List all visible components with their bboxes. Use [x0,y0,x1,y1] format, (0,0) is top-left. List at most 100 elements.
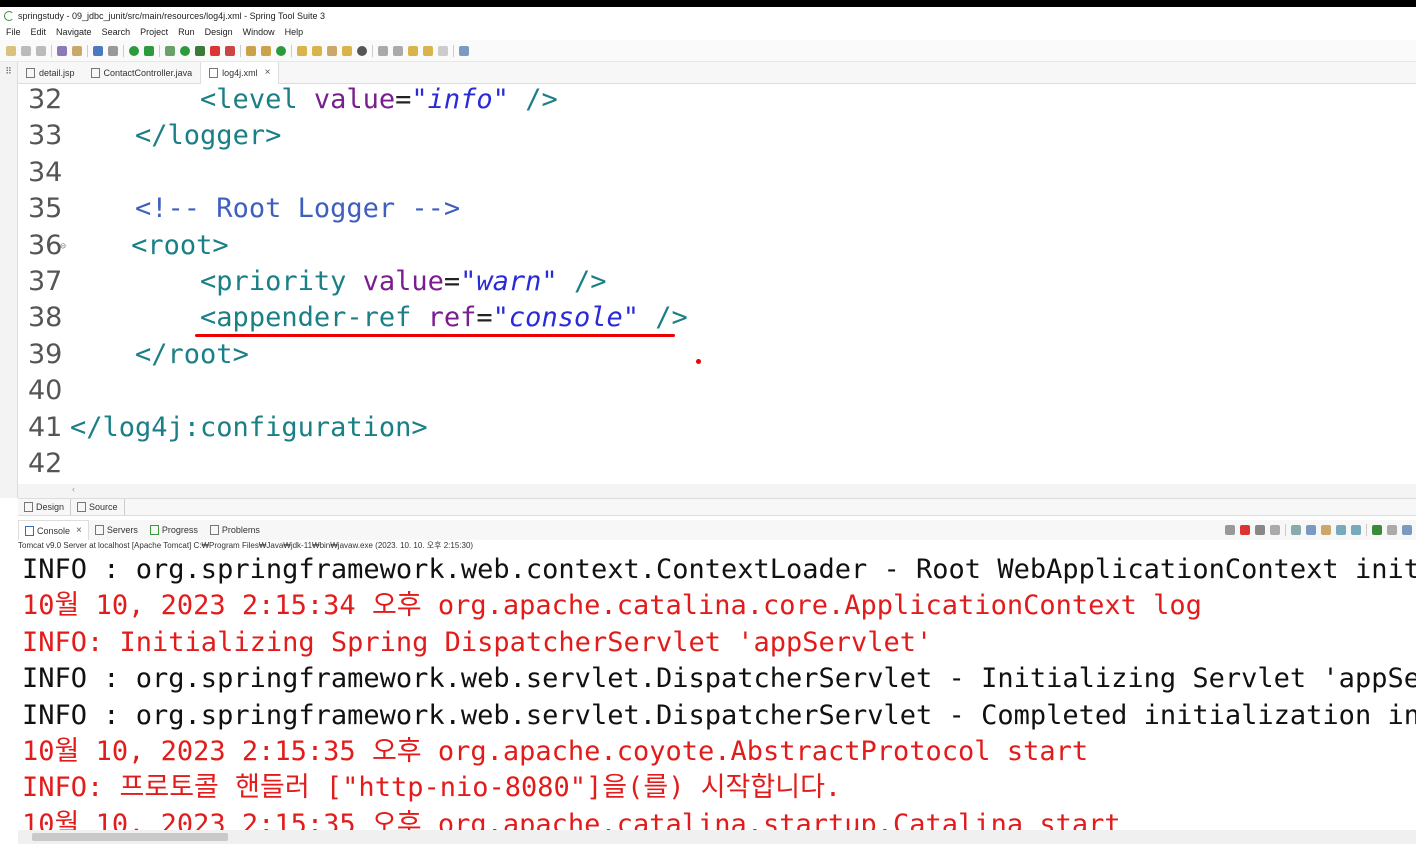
refresh-icon[interactable] [144,45,154,56]
pin-icon[interactable] [1372,525,1382,535]
new-class-icon[interactable] [276,45,286,56]
new-package-icon[interactable] [261,45,271,56]
save-all-icon[interactable] [36,45,46,56]
problems-icon [209,525,219,535]
line-number: 39 [28,338,63,370]
forward-icon[interactable] [438,45,448,56]
menu-edit[interactable]: Edit [31,27,47,37]
next-annotation-icon[interactable] [378,45,388,56]
console-horizontal-scrollbar[interactable] [18,830,1416,844]
debug-icon[interactable] [165,45,175,56]
code-line[interactable]: 41 </log4j:configuration> [18,412,428,448]
tab-design-label: Design [36,502,65,512]
new-java-project-icon[interactable] [246,45,256,56]
code-token: "info" [411,84,509,115]
word-wrap-icon[interactable] [1321,525,1331,535]
menu-project[interactable]: Project [140,27,168,37]
toolbar-separator [1366,524,1367,536]
open-resource-icon[interactable] [72,45,82,56]
stop-icon[interactable] [210,45,220,56]
menu-file[interactable]: File [6,27,21,37]
terminal-icon[interactable] [93,45,103,56]
show-on-stdout-icon[interactable] [1336,525,1346,535]
code-line[interactable]: 32 <level value="info" /> [18,84,558,120]
code-line[interactable]: 38 <appender-ref ref="console" /> [18,302,688,338]
code-line[interactable]: 37 <priority value="warn" /> [18,266,606,302]
globe-icon[interactable] [357,45,367,56]
code-line[interactable]: 35 <!-- Root Logger --> [18,193,460,229]
screen-top-edge [0,0,1416,7]
tab-servers[interactable]: Servers [89,520,144,540]
code-line[interactable]: 40 [18,375,70,411]
last-edit-icon[interactable] [408,45,418,56]
pin-console-icon[interactable] [1225,525,1235,535]
console-toolbar [1225,520,1416,540]
code-token: = [476,302,493,334]
tab-source[interactable]: Source [71,499,125,515]
xml-file-icon [209,67,219,78]
code-line[interactable]: 42 [18,448,70,484]
run-icon[interactable] [180,45,190,56]
terminate-icon[interactable] [1240,525,1250,535]
code-token: /> [557,266,607,297]
tab-console[interactable]: Console × [18,520,89,540]
tab-design[interactable]: Design [18,499,72,515]
menu-design[interactable]: Design [205,27,233,37]
toolbar-separator [372,44,373,57]
server-start-icon[interactable] [129,45,139,56]
servers-icon [94,525,104,535]
code-line[interactable]: 39 </root> [18,339,249,375]
remove-all-icon[interactable] [1270,525,1280,535]
new-icon[interactable] [6,45,16,56]
remove-launch-icon[interactable] [1255,525,1265,535]
code-line[interactable]: 36⊖ <root> [18,230,229,266]
show-on-stderr-icon[interactable] [1351,525,1361,535]
toggle-mark-icon[interactable] [108,45,118,56]
tab-contact-controller[interactable]: ContactController.java [83,62,201,84]
scrollbar-thumb[interactable] [32,833,228,841]
open-file-icon[interactable] [312,45,322,56]
tab-log4j-xml[interactable]: log4j.xml × [200,61,280,84]
save-icon[interactable] [21,45,31,56]
tab-label: log4j.xml [222,67,258,78]
toolbar-separator [453,44,454,57]
open-folder-icon[interactable] [297,45,307,56]
annotation-icon[interactable] [327,45,337,56]
scroll-lock-icon[interactable] [1306,525,1316,535]
open-console-icon[interactable] [1402,525,1412,535]
tab-progress[interactable]: Progress [144,520,204,540]
console-line: INFO : org.springframework.web.servlet.D… [22,663,1416,695]
editor-horizontal-scrollbar[interactable]: ‹ [18,484,1416,498]
console-line: INFO : org.springframework.web.context.C… [22,554,1416,585]
console-line: 10월 10, 2023 2:15:34 오후 org.apache.catal… [22,590,1202,622]
code-token: /> [508,84,558,115]
close-icon[interactable]: × [265,67,271,78]
code-line[interactable]: 33 </logger> [18,120,281,156]
run-external-icon[interactable] [195,45,205,56]
line-number: 34 [28,156,63,188]
menu-window[interactable]: Window [243,27,275,37]
open-type-icon[interactable] [57,45,67,56]
code-line[interactable]: 34 [18,157,70,193]
pin-editor-icon[interactable] [459,45,469,56]
console-output[interactable]: INFO : org.springframework.web.context.C… [18,552,1416,830]
tab-detail-jsp[interactable]: detail.jsp [18,62,83,84]
toolbar-separator [51,44,52,57]
search-folder-icon[interactable] [342,45,352,56]
code-token: value [362,266,444,297]
back-icon[interactable] [423,45,433,56]
previous-annotation-icon[interactable] [393,45,403,56]
menu-help[interactable]: Help [285,27,304,37]
close-icon[interactable]: × [76,525,82,536]
menu-run[interactable]: Run [178,27,195,37]
terminate-icon[interactable] [225,45,235,56]
display-console-icon[interactable] [1387,525,1397,535]
clear-console-icon[interactable] [1291,525,1301,535]
xml-source-editor[interactable]: 32 <level value="info" /> 33 </logger> 34 3… [18,84,1416,484]
restore-icon[interactable]: ⠿ [0,66,17,77]
menu-navigate[interactable]: Navigate [56,27,92,37]
menu-search[interactable]: Search [102,27,131,37]
tab-problems[interactable]: Problems [204,520,266,540]
editor-tab-bar: detail.jsp ContactController.java log4j.… [18,61,1416,84]
